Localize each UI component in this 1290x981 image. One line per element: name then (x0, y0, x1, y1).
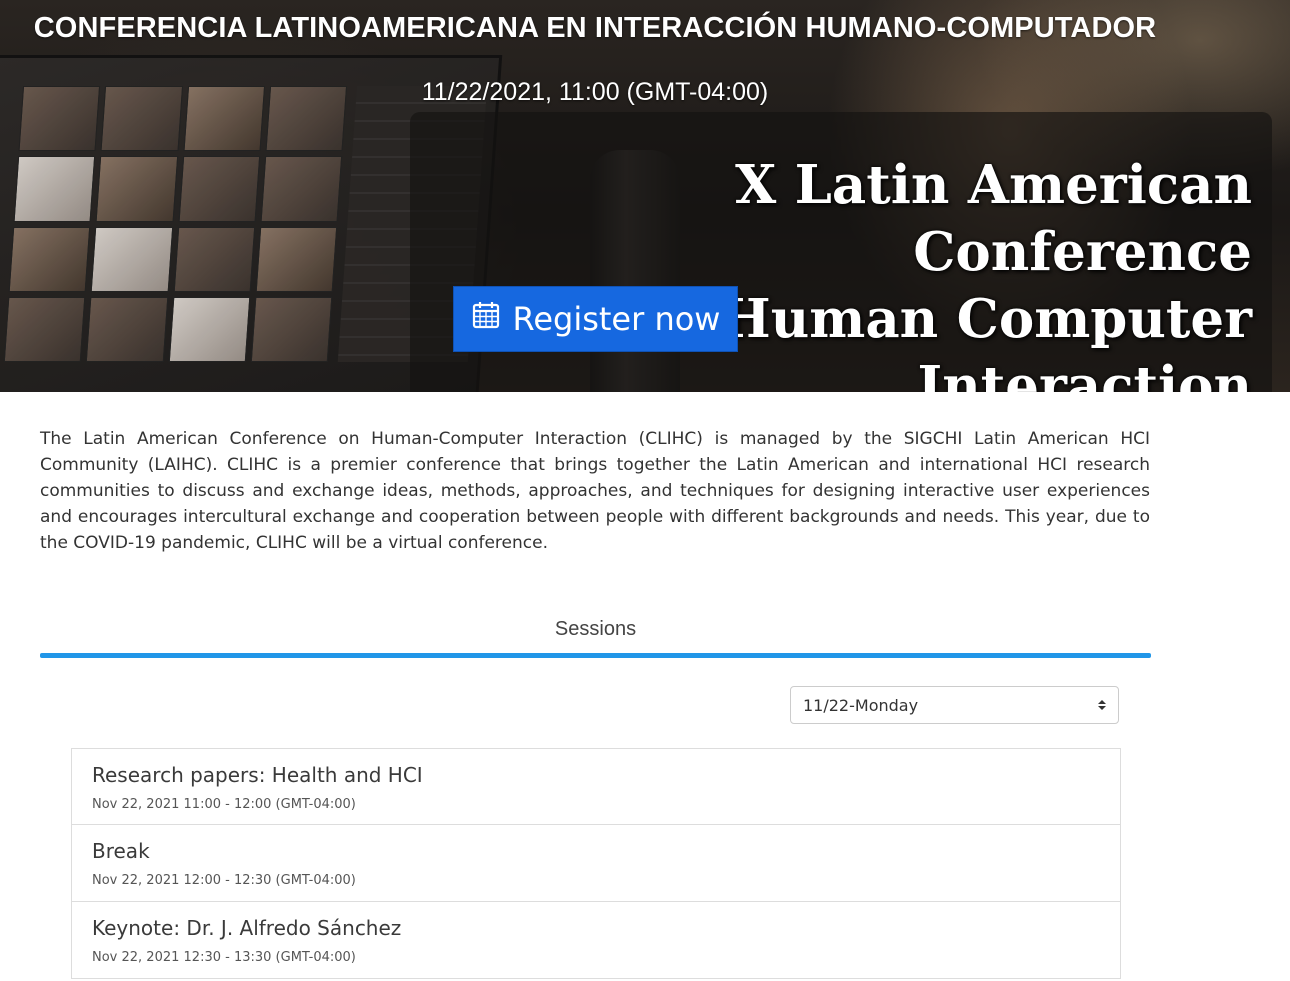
day-select[interactable]: 11/22-Monday (790, 686, 1119, 724)
banner-line-3: Interaction (917, 355, 1252, 392)
session-title: Keynote: Dr. J. Alfredo Sánchez (92, 916, 402, 940)
session-item[interactable]: Keynote: Dr. J. Alfredo Sánchez Nov 22, … (71, 902, 1121, 979)
sessions-list: Research papers: Health and HCI Nov 22, … (71, 748, 1121, 979)
register-now-label: Register now (512, 300, 721, 338)
session-title: Break (92, 839, 150, 863)
calendar-icon (471, 300, 501, 338)
session-title: Research papers: Health and HCI (92, 763, 423, 787)
tab-sessions[interactable]: Sessions (40, 618, 1151, 653)
session-time: Nov 22, 2021 11:00 - 12:00 (GMT-04:00) (92, 797, 356, 812)
select-caret-icon (1098, 700, 1106, 710)
conference-title: CONFERENCIA LATINOAMERICANA EN INTERACCI… (33, 12, 1157, 44)
session-item[interactable]: Research papers: Health and HCI Nov 22, … (71, 748, 1121, 825)
tabs-nav: Sessions (40, 618, 1151, 658)
tab-active-indicator (40, 653, 1151, 658)
conference-date: 11/22/2021, 11:00 (GMT-04:00) (421, 78, 769, 106)
banner-line-1: X Latin American Conference (735, 154, 1252, 283)
day-select-value: 11/22-Monday (803, 695, 919, 715)
session-time: Nov 22, 2021 12:30 - 13:30 (GMT-04:00) (92, 950, 356, 965)
banner-heading: X Latin American Conference on Human Com… (392, 152, 1252, 392)
session-item[interactable]: Break Nov 22, 2021 12:00 - 12:30 (GMT-04… (71, 825, 1121, 902)
conference-description: The Latin American Conference on Human-C… (40, 429, 1150, 553)
register-now-button[interactable]: Register now (453, 286, 738, 352)
session-time: Nov 22, 2021 12:00 - 12:30 (GMT-04:00) (92, 873, 356, 888)
hero-banner: CONFERENCIA LATINOAMERICANA EN INTERACCI… (0, 0, 1290, 392)
